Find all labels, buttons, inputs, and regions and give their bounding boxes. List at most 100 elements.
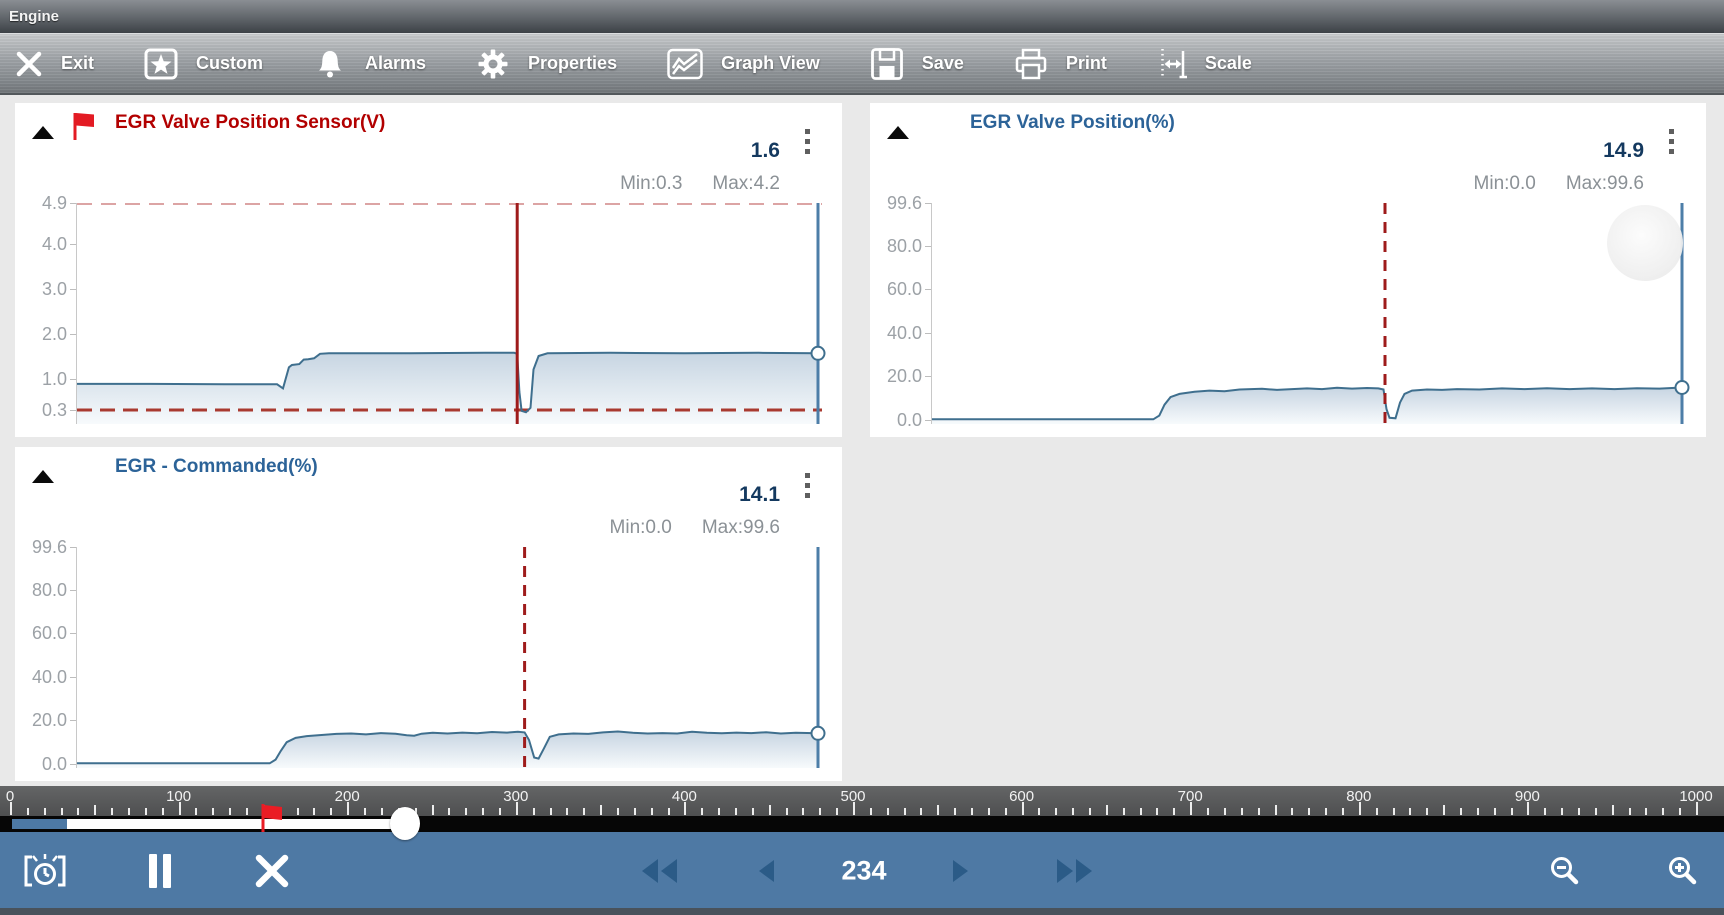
collapse-arrow-button[interactable] [31, 469, 55, 487]
scale-axis-icon [1156, 46, 1188, 82]
ruler-tick [111, 808, 113, 815]
ruler-tick [1645, 808, 1647, 815]
timeline-ruler[interactable]: 01002003004005006007008009001000 [0, 786, 1724, 816]
ruler-tick [954, 808, 956, 815]
toolbar-button-exit[interactable]: Exit [14, 49, 94, 79]
y-tick-label: 4.9 [42, 194, 67, 212]
snapshot-button[interactable] [18, 847, 72, 895]
chart-title: EGR - Commanded(%) [115, 456, 318, 478]
ruler-tick [465, 808, 467, 815]
ruler-tick [1460, 808, 1462, 815]
ruler-tick [1629, 808, 1631, 815]
ruler-tick [651, 808, 653, 815]
min-max-readout: Min:0.0 Max:99.6 [610, 517, 780, 539]
window-title-bar: Engine [0, 0, 1724, 33]
ruler-tick [1005, 808, 1007, 815]
fast-forward-button[interactable] [1051, 853, 1099, 889]
chart-panel-egr-valve-position: EGR Valve Position(%) 14.9 Min:0.0 Max:9… [870, 103, 1706, 437]
ruler-tick [1156, 808, 1158, 815]
plot-row: 4.94.03.02.01.00.3 [29, 203, 822, 424]
timeline-thumb[interactable] [390, 807, 420, 840]
toolbar-button-save[interactable]: Save [869, 46, 964, 82]
ruler-tick [1511, 808, 1513, 815]
rewind-button[interactable] [635, 853, 683, 889]
previous-icon [756, 858, 776, 884]
snapshot-clock-icon [22, 851, 68, 891]
triangle-up-icon [886, 125, 910, 140]
current-value: 14.9 [1603, 139, 1644, 163]
collapse-arrow-button[interactable] [31, 125, 55, 143]
plot-area[interactable] [931, 203, 1686, 424]
ruler-tick [1662, 808, 1664, 815]
star-icon [143, 46, 179, 82]
ruler-tick [566, 808, 568, 815]
chart-menu-button[interactable] [801, 469, 814, 502]
ruler-tick [971, 808, 973, 815]
ruler-label: 900 [1515, 788, 1540, 805]
ruler-tick [904, 808, 906, 815]
ruler-tick [381, 808, 383, 815]
bell-icon [312, 47, 348, 81]
ruler-tick [44, 808, 46, 815]
toolbar-button-graph-view[interactable]: Graph View [666, 47, 820, 81]
graph-area: EGR Valve Position Sensor(V) 1.6 Min:0.3… [0, 95, 1724, 786]
plot-row: 99.680.060.040.020.00.0 [29, 547, 822, 768]
step-back-button[interactable] [752, 854, 780, 888]
rewind-icon [639, 857, 679, 885]
chart-menu-button[interactable] [801, 125, 814, 158]
timeline-scrollbar[interactable] [0, 816, 1724, 832]
y-tick-label: 0.3 [42, 401, 67, 419]
ruler-tick [1578, 808, 1580, 815]
ruler-tick [802, 808, 804, 815]
ruler-tick [1443, 805, 1445, 815]
toolbar-label-scale: Scale [1205, 53, 1252, 74]
y-tick-label: 40.0 [887, 324, 922, 342]
chart-title: EGR Valve Position Sensor(V) [115, 112, 385, 134]
ruler-tick [1173, 808, 1175, 815]
ruler-tick [1106, 805, 1108, 815]
step-forward-button[interactable] [947, 854, 975, 888]
ruler-tick [583, 808, 585, 815]
ruler-tick [195, 808, 197, 815]
ruler-tick [1426, 808, 1428, 815]
ruler-tick [1123, 808, 1125, 815]
toolbar-button-properties[interactable]: Properties [475, 46, 617, 82]
ruler-label: 500 [840, 788, 865, 805]
toolbar-label-properties: Properties [528, 53, 617, 74]
ruler-tick [988, 808, 990, 815]
ruler-label: 400 [672, 788, 697, 805]
ruler-tick [1409, 808, 1411, 815]
y-axis-labels: 4.94.03.02.01.00.3 [29, 203, 76, 424]
y-tick-label: 4.0 [42, 235, 67, 253]
collapse-arrow-button[interactable] [886, 125, 910, 143]
toolbar-label-save: Save [922, 53, 964, 74]
ruler-tick [1055, 808, 1057, 815]
min-max-readout: Min:0.3 Max:4.2 [620, 173, 780, 195]
max-value: Max:4.2 [712, 173, 780, 195]
ruler-label: 300 [503, 788, 528, 805]
ruler-tick [297, 808, 299, 815]
ruler-label: 0 [6, 788, 14, 805]
ruler-label: 800 [1346, 788, 1371, 805]
current-value: 14.1 [739, 483, 780, 507]
toolbar-button-custom[interactable]: Custom [143, 46, 263, 82]
timeline-flag-marker[interactable] [261, 804, 285, 832]
toolbar-button-print[interactable]: Print [1013, 47, 1107, 81]
max-value: Max:99.6 [1566, 173, 1644, 195]
toolbar-button-alarms[interactable]: Alarms [312, 47, 426, 81]
chart-menu-button[interactable] [1665, 125, 1678, 158]
ruler-tick [1325, 808, 1327, 815]
toolbar-button-scale[interactable]: Scale [1156, 46, 1252, 82]
pause-button[interactable] [143, 850, 177, 892]
next-icon [951, 858, 971, 884]
clear-button[interactable] [250, 849, 294, 893]
zoom-in-button[interactable] [1662, 850, 1704, 892]
ruler-tick [786, 808, 788, 815]
y-tick-label: 0.0 [42, 755, 67, 773]
ruler-tick [61, 808, 63, 815]
zoom-in-icon [1666, 854, 1700, 888]
zoom-out-button[interactable] [1544, 850, 1586, 892]
plot-area[interactable] [76, 203, 822, 424]
ruler-tick [887, 808, 889, 815]
plot-area[interactable] [76, 547, 822, 768]
